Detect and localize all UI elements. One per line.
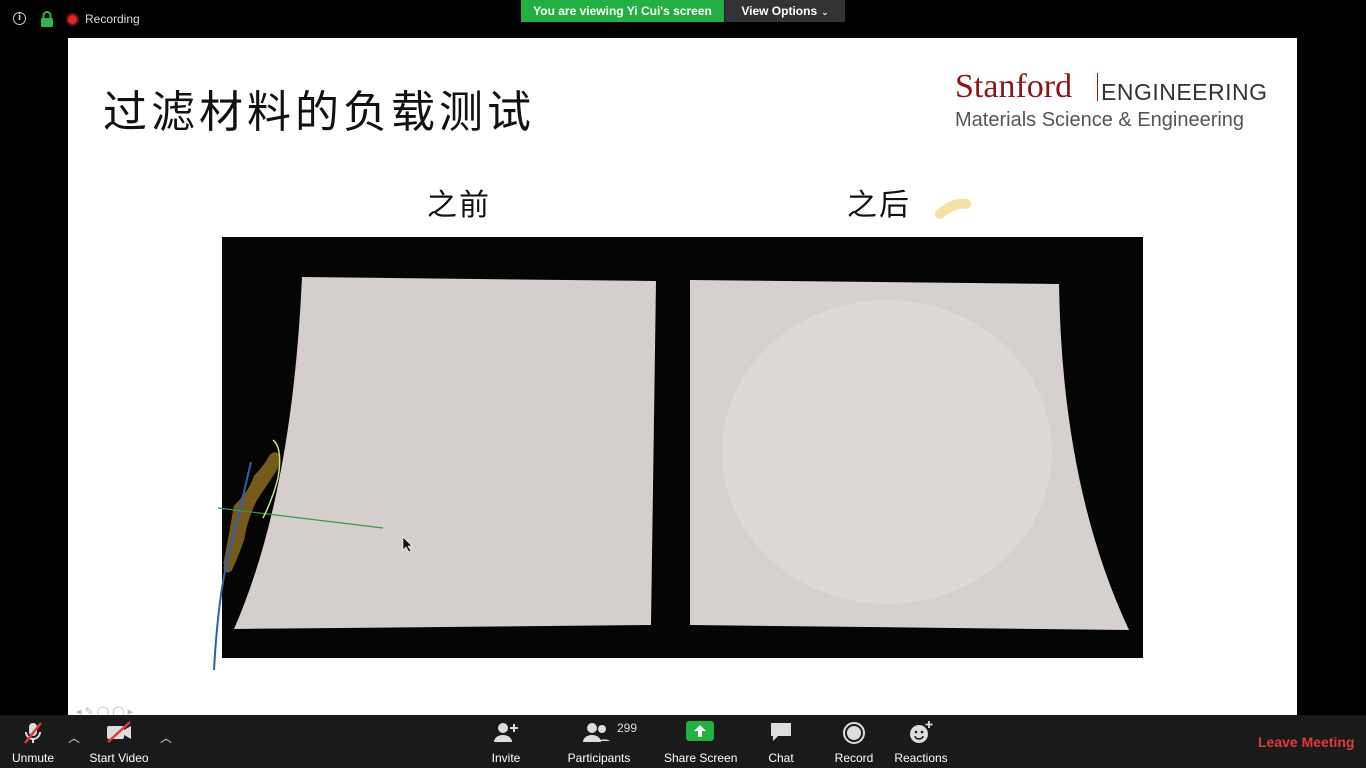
recording-icon: [66, 13, 79, 26]
video-options-caret-icon[interactable]: ︿: [160, 729, 172, 746]
reactions-label: Reactions: [894, 751, 948, 765]
chevron-down-icon: ⌄: [821, 7, 829, 17]
leave-meeting-button[interactable]: Leave Meeting: [1258, 734, 1354, 750]
annotation-marks: [213, 198, 971, 671]
record-label: Record: [834, 751, 874, 765]
unmute-button[interactable]: Unmute: [6, 715, 60, 768]
invite-button[interactable]: Invite: [486, 715, 526, 768]
participants-icon: [583, 723, 610, 742]
chat-icon: [771, 723, 791, 741]
annotation-mini-toolbar[interactable]: ◂ ✎ ◯ ◯ ▸: [76, 705, 133, 715]
audio-options-caret-icon[interactable]: ︿: [68, 729, 80, 746]
record-button[interactable]: Record: [834, 715, 874, 768]
chat-label: Chat: [768, 751, 794, 765]
view-options-label: View Options: [741, 4, 818, 18]
add-person-icon: [494, 723, 518, 742]
meeting-top-bar: i Recording You are viewing Yi Cui's scr…: [0, 0, 1366, 38]
share-screen-label: Share Screen: [664, 751, 738, 765]
participants-count: 299: [617, 721, 638, 735]
start-video-label: Start Video: [89, 751, 149, 765]
info-icon[interactable]: i: [13, 12, 26, 25]
lock-icon[interactable]: [40, 11, 54, 27]
shared-screen-slide: 过滤材料的负载测试 Stanford ENGINEERING Materials…: [68, 38, 1297, 715]
reactions-button[interactable]: Reactions: [894, 715, 948, 768]
microphone-muted-icon: [24, 722, 42, 744]
start-video-button[interactable]: Start Video: [88, 715, 150, 768]
invite-label: Invite: [491, 751, 521, 765]
viewing-screen-banner: You are viewing Yi Cui's screen: [521, 0, 724, 22]
unmute-label: Unmute: [11, 751, 55, 765]
view-options-button[interactable]: View Options ⌄: [724, 0, 845, 22]
meeting-controls-bar: Unmute ︿ Start Video ︿ Invite Participan…: [0, 715, 1366, 768]
chat-button[interactable]: Chat: [764, 715, 798, 768]
reactions-icon: [910, 721, 933, 743]
share-screen-icon: [686, 721, 714, 741]
video-camera-off-icon: [107, 721, 131, 743]
recording-label: Recording: [85, 12, 140, 26]
record-icon: [843, 722, 865, 744]
participants-label: Participants: [567, 751, 631, 765]
share-screen-button[interactable]: Share Screen: [664, 715, 738, 768]
